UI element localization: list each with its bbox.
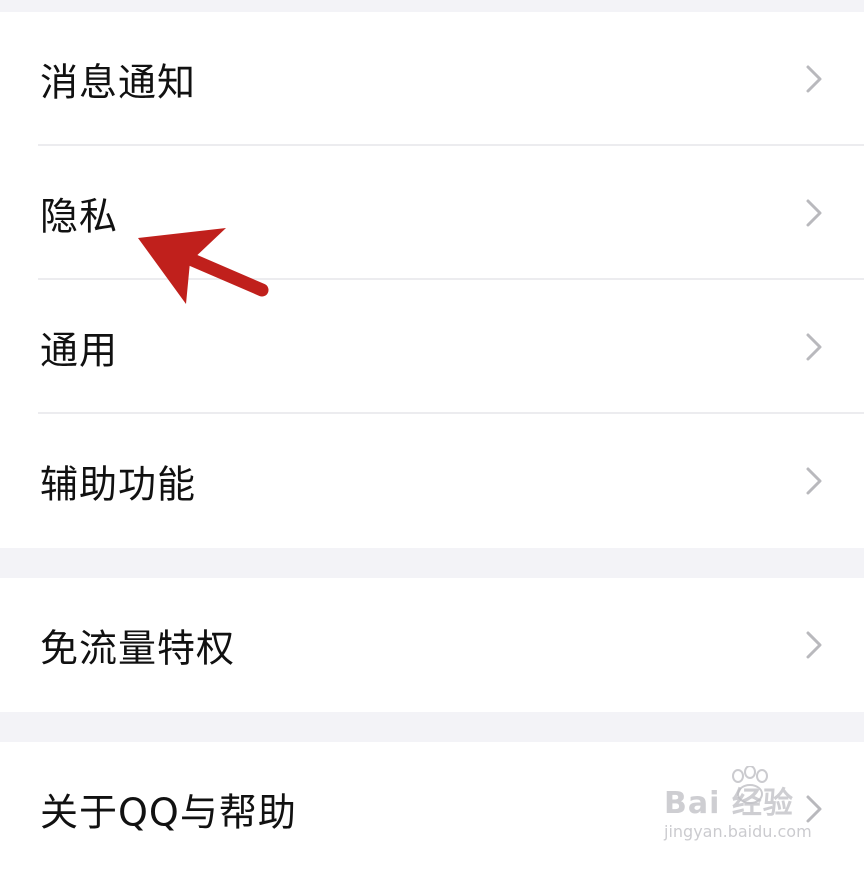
chevron-right-icon — [806, 333, 822, 361]
settings-item-label: 通用 — [40, 328, 119, 373]
chevron-right-icon — [806, 199, 822, 227]
settings-item-general[interactable]: 通用 — [0, 280, 864, 414]
settings-group-main: 消息通知 隐私 通用 辅助功能 — [0, 12, 864, 548]
settings-group-data: 免流量特权 — [0, 578, 864, 712]
settings-item-label: 关于QQ与帮助 — [40, 790, 297, 835]
chevron-right-icon — [806, 631, 822, 659]
settings-item-label: 隐私 — [40, 194, 119, 239]
chevron-right-icon — [806, 795, 822, 823]
settings-item-notifications[interactable]: 消息通知 — [0, 12, 864, 146]
settings-item-privacy[interactable]: 隐私 — [0, 146, 864, 280]
settings-item-label: 辅助功能 — [40, 462, 197, 507]
settings-item-accessibility[interactable]: 辅助功能 — [0, 414, 864, 548]
settings-item-about-help[interactable]: 关于QQ与帮助 — [0, 742, 864, 876]
chevron-right-icon — [806, 65, 822, 93]
settings-item-free-data[interactable]: 免流量特权 — [0, 578, 864, 712]
settings-page: 消息通知 隐私 通用 辅助功能 免流量特权 关于QQ与帮助 Bai 经验 jin… — [0, 0, 864, 876]
settings-group-about: 关于QQ与帮助 — [0, 742, 864, 876]
settings-item-label: 免流量特权 — [40, 626, 236, 671]
settings-item-label: 消息通知 — [40, 60, 197, 105]
chevron-right-icon — [806, 467, 822, 495]
